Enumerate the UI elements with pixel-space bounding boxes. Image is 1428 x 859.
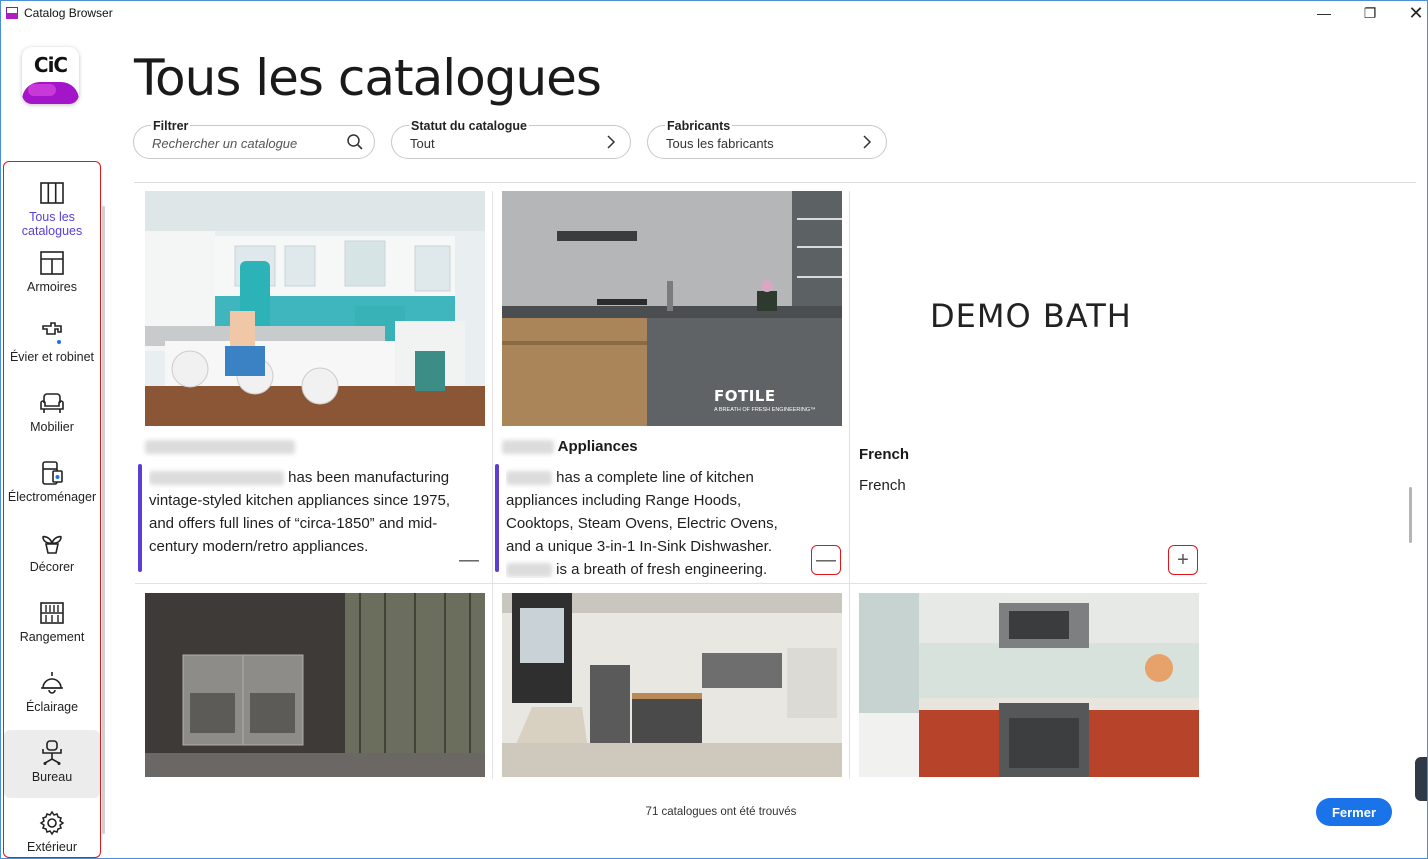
sidebar-item-label: Armoires bbox=[26, 280, 77, 294]
expand-button[interactable]: + bbox=[1168, 545, 1198, 575]
grid-divider bbox=[492, 191, 493, 779]
catalog-description: French bbox=[859, 477, 906, 494]
sidebar-item-tous-les-catalogues[interactable]: Tous les catalogues bbox=[4, 170, 100, 238]
catalog-image-demo-bath[interactable]: DEMO BATH bbox=[930, 297, 1132, 335]
side-panel-tab[interactable] bbox=[1415, 757, 1427, 801]
status-filter-value: Tout bbox=[410, 136, 435, 151]
window-title: Catalog Browser bbox=[24, 6, 113, 20]
close-button[interactable]: Fermer bbox=[1316, 798, 1392, 826]
sidebar-item-eclairage[interactable]: Éclairage bbox=[4, 660, 100, 728]
lamp-icon bbox=[39, 670, 65, 696]
sidebar-item-label: Bureau bbox=[31, 770, 73, 784]
armchair-icon bbox=[39, 390, 65, 416]
close-window-button[interactable]: ✕ bbox=[1393, 1, 1427, 25]
fotile-logo-text: FOTILE bbox=[714, 387, 776, 405]
plant-icon bbox=[39, 530, 65, 556]
minus-icon: — bbox=[816, 548, 836, 571]
sidebar-scrollbar[interactable] bbox=[102, 206, 105, 834]
sidebar-item-bureau[interactable]: Bureau bbox=[4, 730, 100, 798]
catalog-image-red-kitchen[interactable] bbox=[859, 593, 1199, 777]
search-input[interactable]: Rechercher un catalogue bbox=[152, 136, 297, 151]
sidebar-item-armoires[interactable]: Armoires bbox=[4, 240, 100, 308]
main-scrollbar[interactable] bbox=[1409, 487, 1412, 543]
sidebar-item-mobilier[interactable]: Mobilier bbox=[4, 380, 100, 448]
sidebar-item-label: Extérieur bbox=[26, 840, 78, 854]
collapse-button[interactable]: — bbox=[811, 545, 841, 575]
sidebar-item-label: Tous les catalogues bbox=[21, 210, 83, 238]
shelving-icon bbox=[39, 600, 65, 626]
collapse-button[interactable]: — bbox=[454, 545, 484, 575]
catalog-accent-bar bbox=[495, 464, 499, 572]
minimize-button[interactable]: — bbox=[1301, 1, 1347, 25]
app-icon bbox=[6, 7, 18, 19]
sidebar-item-label: Évier et robinet bbox=[9, 350, 95, 364]
sidebar-item-decorer[interactable]: Décorer bbox=[4, 520, 100, 588]
minus-icon: — bbox=[459, 548, 479, 571]
sidebar-item-evier-et-robinet[interactable]: Évier et robinet bbox=[4, 310, 100, 378]
app-logo: CiC bbox=[22, 47, 79, 104]
office-chair-icon bbox=[39, 740, 65, 766]
manufacturer-filter-label: Fabricants bbox=[665, 119, 733, 133]
cabinet-icon bbox=[39, 250, 65, 276]
catalog-image-kitchen-retro[interactable] bbox=[145, 191, 485, 426]
chevron-right-icon bbox=[607, 135, 616, 149]
catalog-image-fotile[interactable]: FOTILE A BREATH OF FRESH ENGINEERING™ bbox=[502, 191, 842, 426]
catalog-title: French bbox=[859, 446, 910, 463]
results-count: 71 catalogues ont été trouvés bbox=[645, 806, 797, 818]
manufacturer-filter-select[interactable]: Fabricants Tous les fabricants bbox=[647, 119, 887, 159]
catalog-description: has been manufacturing vintage-styled ki… bbox=[149, 469, 451, 555]
sidebar-item-label: Électroménager bbox=[7, 490, 97, 504]
plus-icon: + bbox=[1177, 548, 1189, 571]
status-filter-label: Statut du catalogue bbox=[409, 119, 529, 133]
catalog-description: has a complete line of kitchen appliance… bbox=[506, 469, 778, 578]
title-bar: Catalog Browser — ❐ ✕ bbox=[1, 1, 1427, 25]
sidebar-item-label: Rangement bbox=[19, 630, 85, 644]
sidebar-item-label: Décorer bbox=[29, 560, 75, 574]
fotile-tagline: A BREATH OF FRESH ENGINEERING™ bbox=[714, 407, 816, 413]
sidebar-item-rangement[interactable]: Rangement bbox=[4, 590, 100, 658]
logo-text: CiC bbox=[33, 53, 68, 77]
sidebar-item-label: Éclairage bbox=[25, 700, 79, 714]
search-filter[interactable]: Filtrer Rechercher un catalogue bbox=[133, 119, 375, 159]
appliance-icon bbox=[39, 460, 65, 486]
sidebar-item-label: Mobilier bbox=[30, 420, 74, 434]
chevron-right-icon bbox=[863, 135, 872, 149]
grid-divider bbox=[135, 583, 1207, 584]
divider bbox=[134, 182, 1416, 183]
faucet-icon bbox=[39, 320, 65, 346]
book-open-icon bbox=[39, 180, 65, 206]
status-filter-select[interactable]: Statut du catalogue Tout bbox=[391, 119, 631, 159]
manufacturer-filter-value: Tous les fabricants bbox=[666, 136, 774, 151]
sidebar-nav: Tous les catalogues Armoires Évier et ro… bbox=[3, 161, 101, 858]
catalog-title bbox=[145, 438, 295, 455]
page-title: Tous les catalogues bbox=[134, 49, 602, 107]
maximize-button[interactable]: ❐ bbox=[1347, 1, 1393, 25]
search-icon[interactable] bbox=[346, 133, 364, 151]
catalog-accent-bar bbox=[138, 464, 142, 572]
search-filter-label: Filtrer bbox=[151, 119, 191, 133]
catalog-image-garage[interactable] bbox=[502, 593, 842, 777]
catalog-title: Appliances bbox=[502, 438, 638, 455]
sidebar-item-electromenager[interactable]: Électroménager bbox=[4, 450, 100, 518]
app-window: Catalog Browser — ❐ ✕ CiC Tous les catal… bbox=[0, 0, 1428, 859]
grid-divider bbox=[849, 191, 850, 779]
catalog-image-ovens[interactable] bbox=[145, 593, 485, 777]
